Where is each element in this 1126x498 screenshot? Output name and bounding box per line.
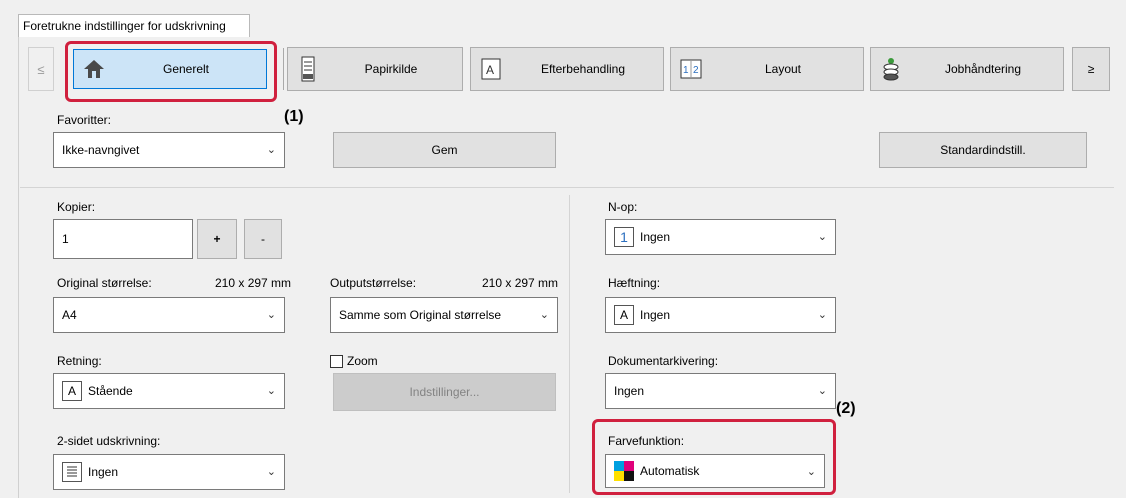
- n-up-glyph: 1: [620, 229, 628, 245]
- tab-job-handling[interactable]: Jobhåndtering: [870, 47, 1064, 91]
- svg-text:A: A: [486, 63, 494, 77]
- copies-increment-button[interactable]: +: [197, 219, 237, 259]
- tab-layout-label: Layout: [764, 62, 802, 76]
- tab-job-handling-label: Jobhåndtering: [944, 62, 1022, 76]
- finishing-icon: A: [479, 57, 503, 81]
- color-mode-label: Farvefunktion:: [608, 434, 685, 448]
- zoom-checkbox[interactable]: [330, 354, 343, 368]
- color-auto-icon: [614, 461, 634, 481]
- doc-filing-select[interactable]: Ingen ⌄: [605, 373, 836, 409]
- duplex-value: Ingen: [88, 465, 119, 479]
- original-size-value: A4: [62, 308, 77, 322]
- single-sided-icon: [62, 462, 82, 482]
- nav-prev-button[interactable]: ≤: [28, 47, 54, 91]
- copies-input[interactable]: 1: [53, 219, 193, 259]
- plus-label: +: [213, 232, 221, 246]
- orientation-value: Stående: [88, 384, 133, 398]
- tab-paper-source[interactable]: Papirkilde: [287, 47, 463, 91]
- stapling-select[interactable]: A Ingen ⌄: [605, 297, 836, 333]
- output-size-select[interactable]: Samme som Original størrelse ⌄: [330, 297, 558, 333]
- copies-decrement-button[interactable]: -: [244, 219, 282, 259]
- n-up-label: N-op:: [608, 200, 638, 214]
- column-divider: [569, 195, 570, 493]
- minus-label: -: [261, 232, 265, 246]
- layout-icon: 12: [679, 57, 703, 81]
- tab-layout[interactable]: 12 Layout: [670, 47, 864, 91]
- nav-next-button[interactable]: ≥: [1072, 47, 1110, 91]
- n-up-icon: 1: [614, 227, 634, 247]
- chevron-down-icon: ⌄: [806, 466, 816, 478]
- orientation-label: Retning:: [57, 354, 102, 368]
- svg-text:2: 2: [693, 65, 699, 76]
- orientation-select[interactable]: A Stående ⌄: [53, 373, 285, 409]
- save-favorite-button[interactable]: Gem: [333, 132, 556, 168]
- tab-finishing-label: Efterbehandling: [540, 62, 626, 76]
- output-size-dims: 210 x 297 mm: [482, 276, 559, 290]
- chevron-down-icon: ⌄: [266, 309, 276, 321]
- staple-icon: A: [614, 305, 634, 325]
- nav-separator: [283, 48, 284, 90]
- original-size-select[interactable]: A4 ⌄: [53, 297, 285, 333]
- duplex-label: 2-sidet udskrivning:: [57, 434, 161, 448]
- zoom-checkbox-row[interactable]: Zoom: [330, 354, 378, 368]
- restore-defaults-label: Standardindstill.: [940, 143, 1026, 157]
- zoom-label: Zoom: [347, 354, 378, 368]
- output-size-value: Samme som Original størrelse: [339, 308, 502, 322]
- settings-tab-header[interactable]: Foretrukne indstillinger for udskrivning: [18, 14, 250, 38]
- highlight-1: [65, 41, 277, 102]
- favorites-label: Favoritter:: [57, 113, 112, 127]
- zoom-settings-label: Indstillinger...: [409, 385, 480, 399]
- tab-finishing[interactable]: A Efterbehandling: [470, 47, 664, 91]
- chevron-down-icon: ⌄: [817, 231, 827, 243]
- original-size-label: Original størrelse:: [57, 276, 152, 290]
- chevron-down-icon: ⌄: [266, 144, 276, 156]
- stapling-value: Ingen: [640, 308, 671, 322]
- color-mode-select[interactable]: Automatisk ⌄: [605, 454, 825, 488]
- next-arrow-label: ≥: [1087, 62, 1095, 76]
- doc-filing-value: Ingen: [614, 384, 645, 398]
- annotation-2: (2): [836, 400, 856, 417]
- color-mode-value: Automatisk: [640, 464, 700, 478]
- annotation-1: (1): [284, 108, 304, 125]
- zoom-settings-button[interactable]: Indstillinger...: [333, 373, 556, 411]
- output-size-label: Outputstørrelse:: [330, 276, 417, 290]
- chevron-down-icon: ⌄: [266, 385, 276, 397]
- restore-defaults-button[interactable]: Standardindstill.: [879, 132, 1087, 168]
- duplex-select[interactable]: Ingen ⌄: [53, 454, 285, 490]
- doc-filing-label: Dokumentarkivering:: [608, 354, 719, 368]
- save-favorite-label: Gem: [431, 143, 458, 157]
- svg-text:1: 1: [683, 65, 689, 76]
- chevron-down-icon: ⌄: [817, 309, 827, 321]
- tab-paper-source-label: Papirkilde: [364, 62, 418, 76]
- favorites-value: Ikke-navngivet: [62, 143, 140, 157]
- job-handling-icon: [879, 57, 903, 81]
- chevron-down-icon: ⌄: [817, 385, 827, 397]
- paper-source-icon: [296, 56, 320, 82]
- settings-tab-title: Foretrukne indstillinger for udskrivning: [23, 19, 226, 33]
- chevron-down-icon: ⌄: [539, 309, 549, 321]
- copies-value: 1: [62, 232, 69, 246]
- favorites-select[interactable]: Ikke-navngivet ⌄: [53, 132, 285, 168]
- n-up-value: Ingen: [640, 230, 671, 244]
- copies-label: Kopier:: [57, 200, 96, 214]
- prev-arrow-label: ≤: [37, 61, 45, 77]
- portrait-icon: A: [62, 381, 82, 401]
- original-size-dims: 210 x 297 mm: [215, 276, 292, 290]
- chevron-down-icon: ⌄: [266, 466, 276, 478]
- n-up-select[interactable]: 1 Ingen ⌄: [605, 219, 836, 255]
- settings-panel: [18, 37, 1112, 498]
- section-divider: [20, 187, 1114, 188]
- stapling-label: Hæftning:: [608, 276, 661, 290]
